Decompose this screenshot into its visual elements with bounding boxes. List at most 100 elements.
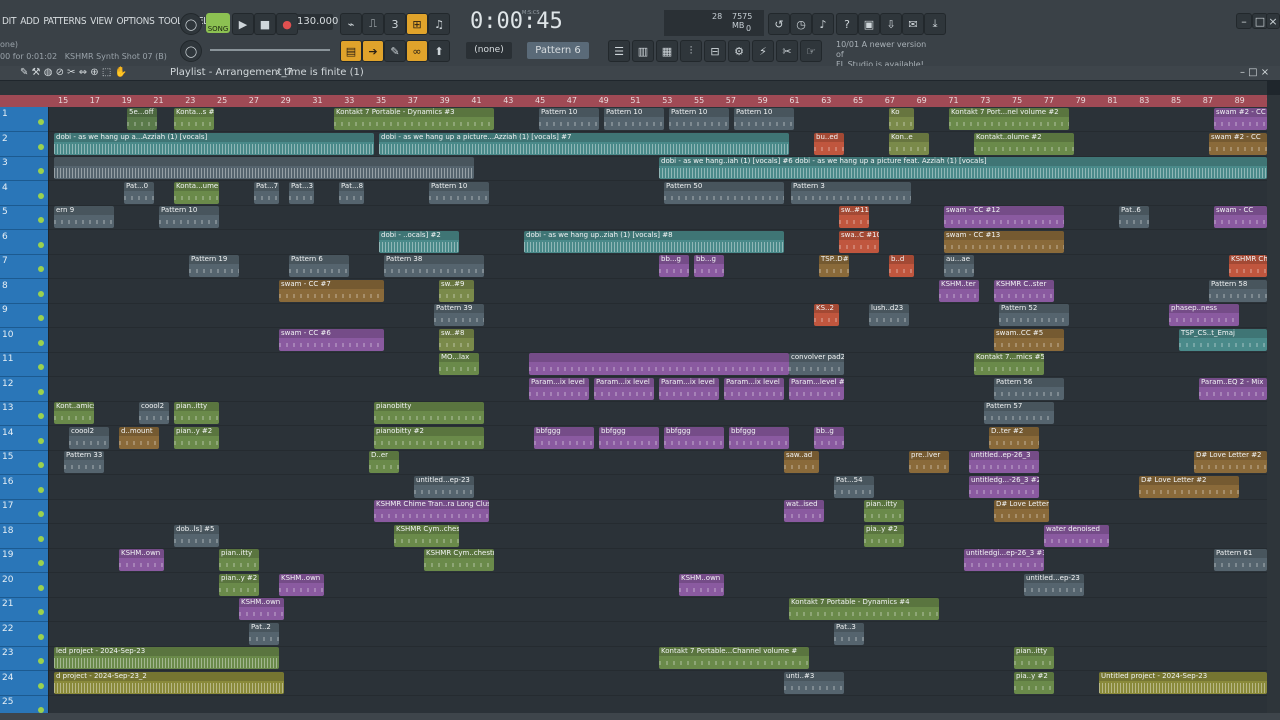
playlist-clip[interactable]: au...ae [944, 255, 974, 277]
master-volume-knob-icon[interactable]: ◯ [180, 40, 202, 62]
playlist-clip[interactable]: KSHMR Chime Tran..ra Long Cluster [374, 500, 489, 522]
track-header[interactable]: 10 [0, 328, 48, 353]
playlist-clip[interactable]: bbfggg [729, 426, 789, 449]
playlist-grid[interactable]: 5e...off Konta...s #2 Kontakt 7 Portable -… [49, 107, 1267, 720]
track-mute-led[interactable] [38, 560, 44, 566]
save-icon[interactable]: ▣ [858, 13, 880, 35]
playlist-clip[interactable] [529, 353, 789, 375]
track-header[interactable]: 14 [0, 426, 48, 451]
playlist-clip[interactable]: KSHMR C..ster [994, 279, 1054, 302]
track-header[interactable]: 7 [0, 254, 48, 279]
playlist-clip[interactable]: dobi - as we hang up a picture...Azziah … [379, 132, 789, 155]
playlist-clip[interactable]: TSP_CS..t_Emaj [1179, 328, 1267, 351]
track-header[interactable]: 12 [0, 377, 48, 402]
track-mute-led[interactable] [38, 388, 44, 395]
playlist-clip[interactable]: dobi - as we hang up a...Azziah (1) [voc… [54, 132, 374, 155]
channel-icon[interactable]: ⊟ [704, 40, 726, 62]
playlist-clip[interactable]: Pattern 33 [64, 451, 104, 473]
playlist-clip[interactable]: Kont..amics [54, 402, 94, 424]
browser-icon[interactable]: ▦ [656, 40, 678, 62]
playlist-clip[interactable]: bbfggg [664, 426, 724, 449]
track-lane[interactable] [49, 303, 1267, 328]
track-mute-led[interactable] [38, 633, 44, 640]
track-mute-led[interactable] [38, 437, 44, 444]
track-lane[interactable] [49, 450, 1267, 475]
pattern-selector[interactable]: Pattern 6 [527, 42, 589, 59]
menu-options[interactable]: OPTIONS [114, 13, 156, 31]
playlist-clip[interactable]: coool2 [139, 402, 169, 424]
track-header[interactable]: 18 [0, 524, 48, 549]
playlist-clip[interactable]: Pat..2 [249, 622, 279, 645]
mixer-icon[interactable]: ⫶ [680, 40, 702, 62]
close-icon[interactable]: × [1266, 13, 1280, 29]
playlist-clip[interactable]: wat..ised [784, 500, 824, 522]
playlist-clip[interactable]: Pattern 58 [1209, 279, 1267, 302]
playlist-clip[interactable]: swam - CC #7 [279, 279, 384, 302]
step-edit-icon[interactable]: ⊞ [406, 13, 428, 35]
chat-icon[interactable]: ✉ [902, 13, 924, 35]
playlist-clip[interactable]: Pattern 61 [1214, 549, 1267, 571]
minimize-icon[interactable]: – [1236, 13, 1252, 29]
playlist-clip[interactable]: Kontakt 7 Portable - Dynamics #3 [334, 108, 494, 130]
plugin-icon[interactable]: ⚙ [728, 40, 750, 62]
playlist-clip[interactable]: pia..y #2 [864, 524, 904, 547]
playlist-clip[interactable]: dobi - ..ocals] #2 [379, 230, 459, 253]
playlist-clip[interactable]: Pattern 10 [734, 108, 794, 130]
playlist-clip[interactable]: bb..g [814, 426, 844, 449]
playlist-clip[interactable]: pian..itty [1014, 647, 1054, 669]
playlist-clip[interactable]: bbfggg [534, 426, 594, 449]
paint-tool-icons[interactable]: ✎ ⚒ ◍ ⊘ ✂ ⇔ ⊕ ⬚ ✋ [20, 66, 127, 80]
playlist-clip[interactable]: swam #2 - CC [1214, 108, 1267, 130]
playlist-clip[interactable]: swam - CC [1214, 206, 1267, 228]
stop-icon[interactable]: ■ [254, 13, 276, 35]
playlist-clip[interactable]: Pattern 10 [604, 108, 664, 130]
track-mute-led[interactable] [38, 609, 44, 615]
playlist-clip[interactable]: sw..#9 [439, 279, 474, 302]
playlist-clip[interactable]: untitled...ep-23 [1024, 573, 1084, 596]
track-mute-led[interactable] [38, 168, 44, 174]
timeline-ruler[interactable]: 15 17 19 21 23 25 27 29 31 33 35 37 39 41 43 45 47 49 51 53… [0, 95, 1277, 107]
track-header[interactable]: 5 [0, 205, 48, 230]
playlist-clip[interactable]: ern 9 [54, 206, 114, 228]
window-controls[interactable]: – □ × [1240, 66, 1269, 80]
playlist-clip[interactable]: unti..#3 [784, 671, 844, 694]
playlist-clip[interactable]: Param..EQ 2 - Mix [1199, 377, 1267, 400]
playlist-clip[interactable]: KSHMR Cym..chestral [394, 524, 459, 547]
overview-strip[interactable] [0, 81, 1267, 95]
track-header[interactable]: 21 [0, 597, 48, 622]
playlist-clip[interactable]: Konta...ume [174, 181, 219, 204]
stamp-icon[interactable]: ⬆ [428, 40, 450, 62]
menu-edit[interactable]: DIT [0, 13, 18, 31]
playlist-clip[interactable]: pianobitty #2 [374, 426, 484, 449]
playlist-clip[interactable]: water denoised [1044, 524, 1109, 547]
track-header[interactable]: 2 [0, 132, 48, 157]
track-header[interactable]: 4 [0, 181, 48, 206]
wait-input-icon[interactable]: ⎍ [362, 13, 384, 35]
track-mute-led[interactable] [38, 266, 44, 272]
playlist-clip[interactable]: Kontakt 7 Port...nel volume #2 [949, 108, 1069, 130]
playlist-clip[interactable]: D# Love Letter #2 [1139, 475, 1239, 498]
track-header[interactable]: 8 [0, 279, 48, 304]
track-mute-led[interactable] [38, 339, 44, 346]
arrow-right-icon[interactable]: ➔ [362, 40, 384, 62]
menu-patterns[interactable]: PATTERNS [41, 13, 88, 31]
track-mute-led[interactable] [38, 217, 44, 223]
playlist-clip[interactable]: Kontakt 7 Portable...Channel volume # [659, 647, 809, 669]
song-mode-toggle[interactable]: SONG [206, 13, 230, 33]
render-icon[interactable]: ⇩ [880, 13, 902, 35]
playlist-clip[interactable]: MO...lax [439, 353, 479, 375]
pencil-icon[interactable]: ✎ [384, 40, 406, 62]
metronome-icon[interactable]: ⌁ [340, 13, 362, 35]
playlist-clip[interactable]: untitledgi...ep-26_3 #3 [964, 549, 1044, 571]
tuner-icon[interactable]: ✂ [776, 40, 798, 62]
track-mute-led[interactable] [38, 511, 44, 517]
track-mute-led[interactable] [38, 364, 44, 370]
playlist-clip[interactable]: pia..y #2 [1014, 671, 1054, 694]
track-header[interactable]: 19 [0, 548, 48, 573]
link-icon[interactable]: ∞ [406, 40, 428, 62]
track-mute-led[interactable] [38, 658, 44, 664]
playlist-clip[interactable]: Pat...3 [289, 181, 314, 204]
playlist-clip[interactable]: d..mount [119, 426, 159, 449]
play-icon[interactable]: ▶ [232, 13, 254, 35]
track-header[interactable]: 17 [0, 499, 48, 524]
